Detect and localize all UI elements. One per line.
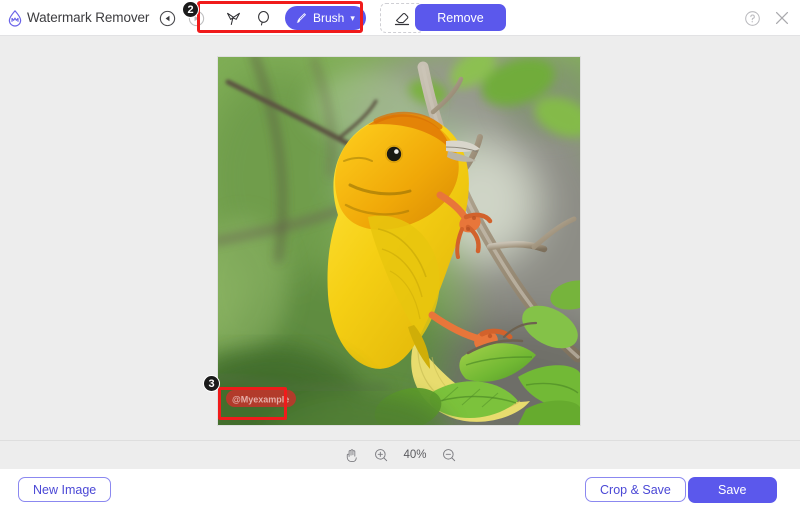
close-icon — [772, 8, 792, 28]
zoom-in-button[interactable] — [373, 447, 389, 463]
app-window: Watermark Remover — [0, 0, 800, 510]
undo-button[interactable] — [154, 5, 180, 31]
help-button[interactable] — [743, 9, 762, 28]
bird-photo-illustration: @Myexample — [218, 57, 580, 425]
question-mark-icon — [743, 9, 762, 28]
polygon-lasso-icon — [224, 9, 243, 28]
eraser-icon — [392, 8, 412, 28]
window-controls — [743, 0, 792, 36]
annotation-step-2-badge: 2 — [182, 1, 199, 18]
undo-icon — [158, 9, 177, 28]
watermark-group: @Myexample — [226, 390, 296, 407]
app-title: Watermark Remover — [27, 10, 149, 25]
crop-and-save-button[interactable]: Crop & Save — [585, 477, 686, 502]
hand-tool-button[interactable] — [343, 447, 360, 464]
freehand-lasso-tool-button[interactable] — [248, 5, 278, 31]
close-button[interactable] — [772, 8, 792, 28]
bottom-action-bar: New Image Crop & Save Save — [0, 469, 800, 510]
annotation-step-3-badge: 3 — [203, 375, 220, 392]
hand-tool-icon — [343, 447, 360, 464]
freehand-lasso-icon — [254, 9, 273, 28]
brush-icon — [294, 11, 308, 25]
brush-tool-button[interactable]: Brush ▾ — [285, 6, 366, 30]
remove-button[interactable]: Remove — [415, 4, 506, 31]
zoom-level-label: 40% — [402, 449, 428, 461]
zoom-toolbar: 40% — [0, 440, 800, 469]
brush-tool-label: Brush — [313, 11, 344, 25]
photo-content: @Myexample — [218, 57, 580, 425]
image-canvas[interactable]: @Myexample — [218, 57, 580, 425]
polygon-lasso-tool-button[interactable] — [218, 5, 248, 31]
canvas-area[interactable]: @Myexample 3 — [0, 36, 800, 440]
chevron-down-icon[interactable]: ▾ — [350, 13, 355, 24]
water-drop-logo-icon — [6, 9, 24, 27]
zoom-out-button[interactable] — [441, 447, 457, 463]
save-button[interactable]: Save — [688, 477, 777, 503]
app-brand: Watermark Remover — [0, 9, 150, 27]
top-toolbar: Watermark Remover — [0, 0, 800, 36]
zoom-in-icon — [373, 447, 389, 463]
new-image-button[interactable]: New Image — [18, 477, 111, 502]
zoom-out-icon — [441, 447, 457, 463]
svg-text:@Myexample: @Myexample — [232, 395, 289, 405]
